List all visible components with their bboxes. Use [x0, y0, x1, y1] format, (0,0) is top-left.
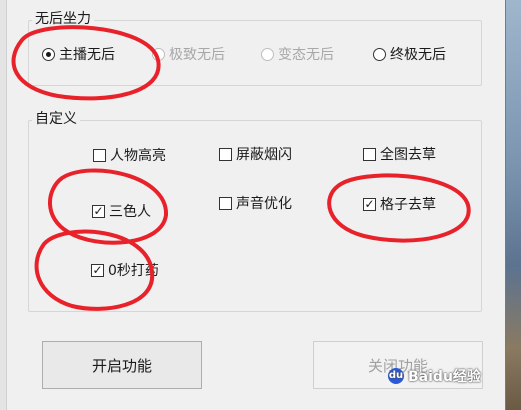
desktop-background-strip — [505, 0, 521, 410]
checkbox[interactable] — [219, 196, 232, 210]
radio-abnormal-norecoil: 变态无后 — [261, 44, 334, 64]
radio-label: 极致无后 — [169, 47, 225, 63]
start-function-button[interactable]: 开启功能 — [42, 341, 202, 389]
baidu-watermark: du Baidu经验 — [388, 366, 481, 386]
checkbox-instant-heal[interactable]: ✓ 0秒打药 — [91, 260, 159, 280]
checkbox-block-smoke-flash[interactable]: 屏蔽烟闪 — [219, 144, 292, 164]
radio-extreme-norecoil: 极致无后 — [152, 44, 225, 64]
radio-button — [152, 47, 165, 61]
checkbox-remove-grass-map[interactable]: 全图去草 — [363, 144, 436, 164]
checkbox[interactable] — [363, 147, 376, 161]
checkbox-label: 屏蔽烟闪 — [236, 147, 292, 163]
checkbox-checked[interactable]: ✓ — [92, 204, 105, 218]
checkbox-grid-remove-grass[interactable]: ✓ 格子去草 — [363, 194, 436, 214]
checkbox-label: 三色人 — [109, 204, 151, 220]
radio-label: 主播无后 — [59, 47, 115, 63]
radio-button-selected[interactable] — [42, 47, 55, 61]
checkbox-label: 全图去草 — [380, 147, 436, 163]
recoil-group-title: 无后坐力 — [32, 11, 94, 27]
radio-label: 终极无后 — [390, 47, 446, 63]
radio-button[interactable] — [373, 47, 386, 61]
radio-label: 变态无后 — [278, 47, 334, 63]
baidu-paw-icon: du — [388, 368, 404, 384]
radio-streamer-norecoil[interactable]: 主播无后 — [42, 44, 115, 64]
custom-group-title: 自定义 — [32, 111, 80, 127]
checkbox-sound-optimize[interactable]: 声音优化 — [219, 193, 292, 213]
checkbox-tricolor-player[interactable]: ✓ 三色人 — [92, 201, 151, 221]
checkbox-character-highlight[interactable]: 人物高亮 — [93, 145, 166, 165]
checkbox-label: 人物高亮 — [110, 148, 166, 164]
checkbox[interactable] — [93, 148, 106, 162]
checkbox[interactable] — [219, 147, 232, 161]
checkbox-checked[interactable]: ✓ — [91, 263, 104, 277]
radio-ultimate-norecoil[interactable]: 终极无后 — [373, 44, 446, 64]
checkbox-checked[interactable]: ✓ — [363, 197, 376, 211]
window-left-edge — [0, 0, 7, 410]
watermark-text: Baidu经验 — [408, 369, 481, 385]
checkbox-label: 0秒打药 — [108, 263, 159, 279]
checkbox-label: 格子去草 — [380, 197, 436, 213]
checkbox-label: 声音优化 — [236, 196, 292, 212]
radio-button — [261, 47, 274, 61]
